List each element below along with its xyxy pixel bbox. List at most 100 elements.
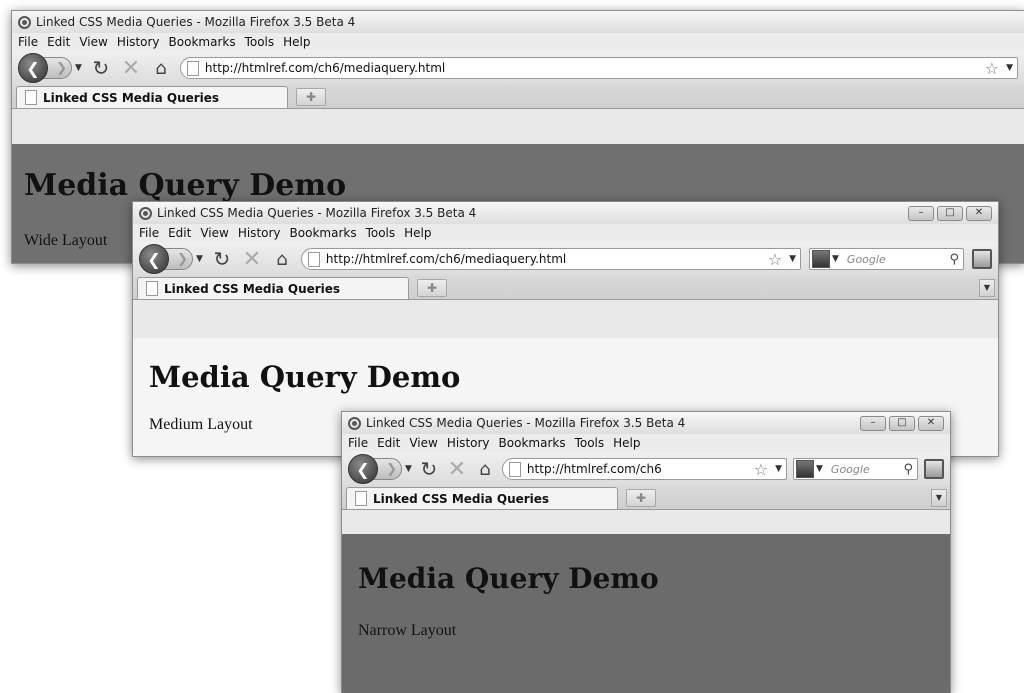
tab-bar: Linked CSS Media Queries ✚ ▼	[342, 486, 950, 510]
menu-edit[interactable]: Edit	[47, 35, 70, 49]
url-bar[interactable]: http://htmlref.com/ch6/mediaquery.html ☆…	[300, 248, 801, 270]
star-icon[interactable]: ☆	[768, 250, 782, 269]
menu-file[interactable]: File	[139, 226, 159, 240]
reload-icon[interactable]: ↻	[418, 457, 440, 481]
new-tab-icon[interactable]: ✚	[296, 88, 326, 106]
search-engine-icon[interactable]	[812, 250, 830, 268]
page-icon	[508, 461, 521, 477]
menu-history[interactable]: History	[447, 436, 490, 450]
tab-media-queries[interactable]: Linked CSS Media Queries	[346, 487, 618, 509]
menu-tools[interactable]: Tools	[245, 35, 275, 49]
url-bar[interactable]: http://htmlref.com/ch6/mediaquery.html ☆…	[179, 57, 1018, 79]
home-icon[interactable]: ⌂	[474, 459, 496, 480]
back-forward-group: ❮ ❯ ▼	[18, 53, 82, 83]
tab-label: Linked CSS Media Queries	[43, 90, 220, 105]
menu-view[interactable]: View	[200, 226, 228, 240]
stop-icon[interactable]: ✕	[120, 56, 142, 81]
stop-icon[interactable]: ✕	[446, 457, 468, 482]
menu-help[interactable]: Help	[404, 226, 431, 240]
search-engine-dropdown-icon[interactable]: ▼	[816, 464, 823, 474]
title-bar: Linked CSS Media Queries - Mozilla Firef…	[12, 11, 1024, 33]
tab-view-icon[interactable]	[972, 249, 992, 269]
tab-label: Linked CSS Media Queries	[373, 491, 550, 506]
close-icon[interactable]: ✕	[966, 205, 992, 221]
tab-bar: Linked CSS Media Queries ✚ ▼	[133, 276, 998, 300]
search-box[interactable]: ▼ Google ⚲	[793, 458, 918, 480]
maximize-icon[interactable]: □	[889, 415, 915, 431]
layout-label: Wide Layout	[24, 232, 108, 249]
firefox-icon	[139, 206, 152, 220]
menu-bookmarks[interactable]: Bookmarks	[499, 436, 566, 450]
new-tab-icon[interactable]: ✚	[417, 279, 447, 297]
menu-edit[interactable]: Edit	[168, 226, 191, 240]
list-all-tabs-icon[interactable]: ▼	[979, 279, 995, 297]
history-dropdown-icon[interactable]: ▼	[75, 63, 82, 73]
stop-icon[interactable]: ✕	[241, 247, 263, 272]
close-icon[interactable]: ✕	[918, 415, 944, 431]
menu-bookmarks[interactable]: Bookmarks	[290, 226, 357, 240]
menu-history[interactable]: History	[238, 226, 281, 240]
list-all-tabs-icon[interactable]: ▼	[931, 489, 947, 507]
url-bar[interactable]: http://htmlref.com/ch6 ☆ ▼	[501, 458, 787, 480]
search-engine-icon[interactable]	[796, 460, 814, 478]
menu-file[interactable]: File	[348, 436, 368, 450]
tab-label: Linked CSS Media Queries	[164, 281, 341, 296]
url-dropdown-icon[interactable]: ▼	[789, 254, 796, 264]
menu-bookmarks[interactable]: Bookmarks	[169, 35, 236, 49]
page-heading: Media Query Demo	[149, 360, 461, 394]
history-dropdown-icon[interactable]: ▼	[196, 254, 203, 264]
window-title: Linked CSS Media Queries - Mozilla Firef…	[36, 15, 356, 29]
tab-media-queries[interactable]: Linked CSS Media Queries	[137, 277, 409, 299]
search-engine-dropdown-icon[interactable]: ▼	[832, 254, 839, 264]
menu-help[interactable]: Help	[613, 436, 640, 450]
layout-label: Narrow Layout	[358, 622, 457, 639]
minimize-icon[interactable]: –	[908, 205, 934, 221]
new-tab-icon[interactable]: ✚	[626, 489, 656, 507]
url-text: http://htmlref.com/ch6/mediaquery.html	[325, 252, 567, 266]
home-icon[interactable]: ⌂	[150, 58, 172, 79]
maximize-icon[interactable]: □	[937, 205, 963, 221]
back-arrow-icon[interactable]: ❮	[18, 53, 48, 83]
back-arrow-icon[interactable]: ❮	[139, 244, 169, 274]
window-title: Linked CSS Media Queries - Mozilla Firef…	[366, 416, 686, 430]
menu-view[interactable]: View	[79, 35, 107, 49]
reload-icon[interactable]: ↻	[90, 56, 112, 80]
menu-bar: File Edit View History Bookmarks Tools H…	[12, 33, 1024, 51]
url-dropdown-icon[interactable]: ▼	[775, 464, 782, 474]
search-box[interactable]: ▼ Google ⚲	[809, 248, 964, 270]
firefox-icon	[18, 15, 31, 29]
reload-icon[interactable]: ↻	[211, 247, 233, 271]
tab-page-icon	[355, 491, 367, 506]
url-text: http://htmlref.com/ch6	[526, 462, 662, 476]
tab-page-icon	[25, 90, 37, 105]
menu-file[interactable]: File	[18, 35, 38, 49]
minimize-icon[interactable]: –	[860, 415, 886, 431]
star-icon[interactable]: ☆	[985, 59, 999, 78]
menu-help[interactable]: Help	[283, 35, 310, 49]
window-controls: – □ ✕	[908, 205, 998, 221]
title-bar: Linked CSS Media Queries - Mozilla Firef…	[342, 412, 950, 434]
tab-media-queries[interactable]: Linked CSS Media Queries	[16, 86, 288, 108]
title-bar: Linked CSS Media Queries - Mozilla Firef…	[133, 202, 998, 224]
history-dropdown-icon[interactable]: ▼	[405, 464, 412, 474]
navigation-toolbar: ❮ ❯ ▼ ↻ ✕ ⌂ http://htmlref.com/ch6/media…	[133, 242, 998, 276]
tab-bar: Linked CSS Media Queries ✚	[12, 85, 1024, 109]
menu-tools[interactable]: Tools	[575, 436, 605, 450]
back-arrow-icon[interactable]: ❮	[348, 454, 378, 484]
navigation-toolbar: ❮ ❯ ▼ ↻ ✕ ⌂ http://htmlref.com/ch6 ☆ ▼ ▼…	[342, 452, 950, 486]
magnifier-icon[interactable]: ⚲	[945, 252, 963, 267]
menu-edit[interactable]: Edit	[377, 436, 400, 450]
firefox-icon	[348, 416, 361, 430]
menu-view[interactable]: View	[409, 436, 437, 450]
page-heading: Media Query Demo	[24, 168, 347, 203]
menu-history[interactable]: History	[117, 35, 160, 49]
search-placeholder: Google	[846, 252, 886, 266]
tab-view-icon[interactable]	[924, 459, 944, 479]
back-forward-group: ❮ ❯ ▼	[139, 244, 203, 274]
star-icon[interactable]: ☆	[754, 460, 768, 479]
magnifier-icon[interactable]: ⚲	[899, 462, 917, 477]
url-dropdown-icon[interactable]: ▼	[1006, 63, 1013, 73]
menu-tools[interactable]: Tools	[366, 226, 396, 240]
layout-label: Medium Layout	[149, 416, 253, 433]
home-icon[interactable]: ⌂	[271, 249, 293, 270]
